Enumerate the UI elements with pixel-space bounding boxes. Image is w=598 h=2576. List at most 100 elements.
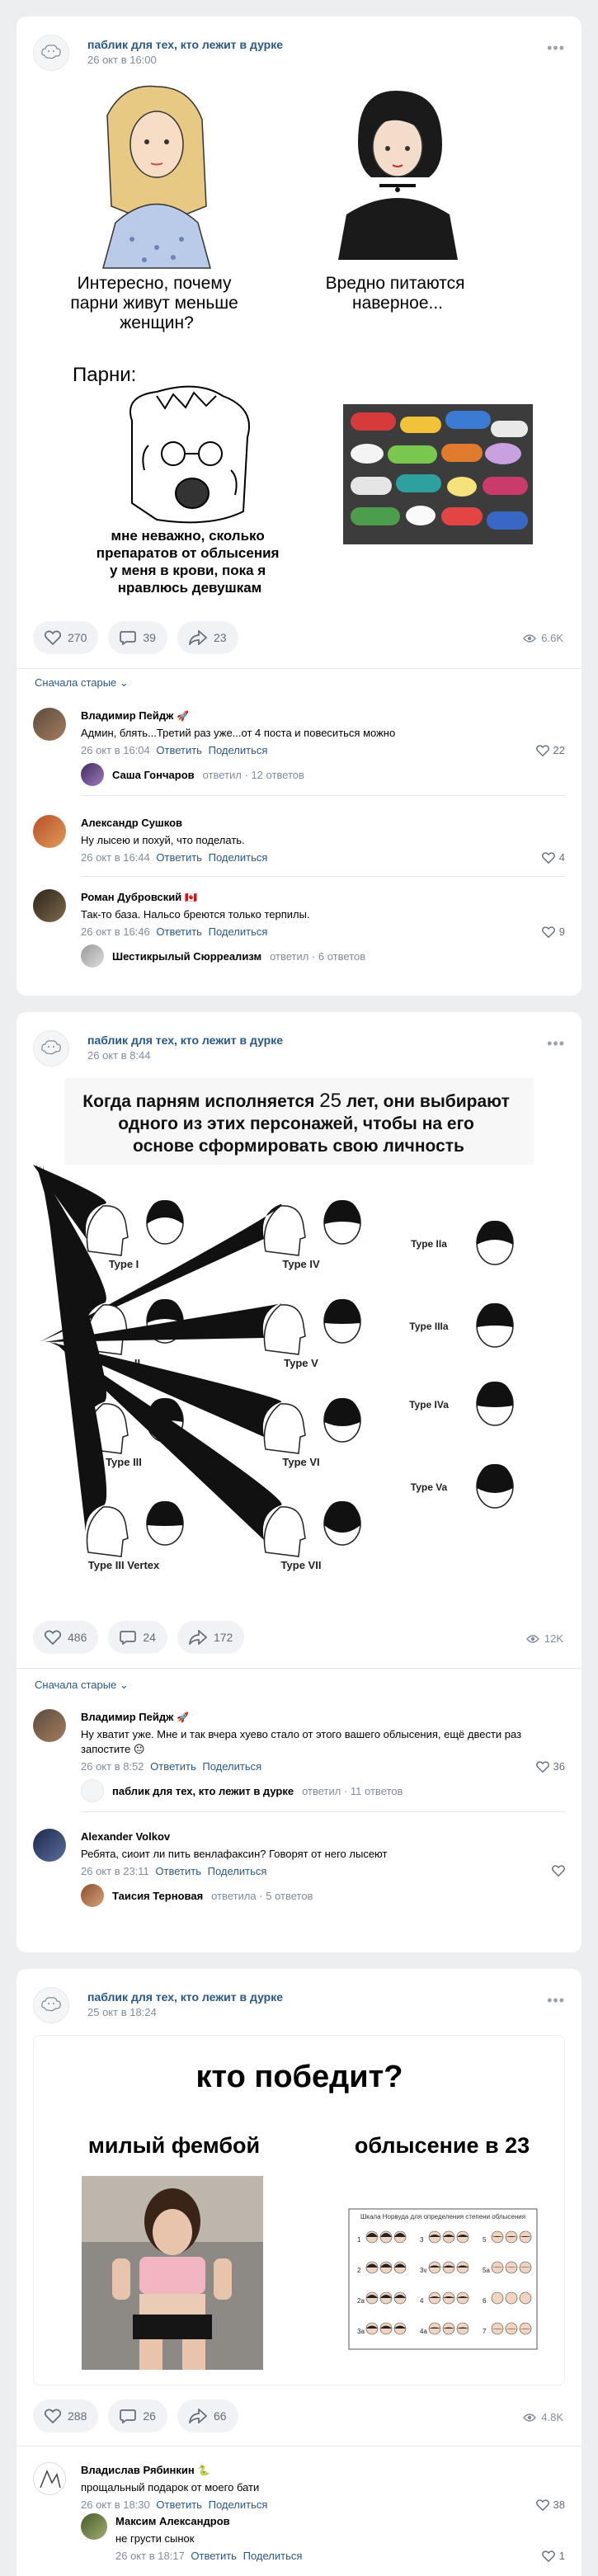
meme-text-1: Интересно, почему [78,274,232,293]
reply-link[interactable]: Ответить [150,1760,196,1773]
avatar [81,944,104,968]
avatar[interactable] [33,815,66,848]
share-button[interactable]: 66 [177,2399,238,2432]
comment-like-button[interactable] [552,1865,565,1877]
share-link[interactable]: Поделиться [209,851,268,864]
like-button[interactable]: 486 [33,1621,99,1654]
comment-like-button[interactable]: 22 [535,744,565,756]
share-icon [188,1630,207,1645]
reply-link[interactable]: Ответить [156,851,202,864]
reply-link[interactable]: Ответить [155,1865,201,1877]
comment-button[interactable]: 24 [108,1621,167,1654]
comment-icon [120,631,137,645]
avatar[interactable] [33,708,66,741]
comment-meta: 26 окт в 23:11 Ответить Поделиться [81,1865,267,1877]
thread-link[interactable]: Шестикрылый Сюрреализм ответил · 6 ответ… [81,944,365,968]
avatar[interactable] [33,1829,66,1862]
post-date[interactable]: 25 окт в 18:24 [87,2006,157,2018]
post-1: паблик для тех, кто лежит в дурке 26 окт… [16,16,582,996]
like-count: 270 [68,631,87,644]
svg-text:Type IIa: Type IIa [411,1238,447,1250]
reply-link[interactable]: Ответить [156,744,202,756]
more-icon[interactable]: ••• [547,1035,565,1053]
svg-text:Type V: Type V [284,1357,318,1369]
share-link[interactable]: Поделиться [202,1760,261,1773]
divider [16,1668,582,1669]
comment-author[interactable]: Владимир Пейдж 🚀 [81,1711,189,1723]
svg-text:4a: 4a [420,2328,427,2335]
heart-icon [541,851,555,864]
svg-text:Type VI: Type VI [282,1456,319,1468]
svg-text:Type Va: Type Va [411,1481,448,1493]
svg-text:Type VII: Type VII [281,1559,322,1571]
group-name[interactable]: паблик для тех, кто лежит в дурке [87,1990,283,2004]
norwood-scale: Шкала Норвуда для определения степени об… [348,2208,538,2350]
like-button[interactable]: 288 [33,2399,99,2432]
avatar[interactable] [81,2513,107,2540]
reply-link[interactable]: Ответить [156,925,202,938]
post-date[interactable]: 26 окт в 8:44 [87,1049,151,1062]
reply-link[interactable]: Ответить [191,2550,237,2562]
avatar[interactable] [33,889,66,922]
comment-like-button[interactable]: 4 [541,851,565,864]
comment-like-button[interactable]: 9 [541,925,565,938]
share-link[interactable]: Поделиться [208,1865,267,1877]
group-avatar[interactable] [33,35,69,71]
svg-text:Type III Vertex: Type III Vertex [88,1559,160,1571]
avatar[interactable] [33,1709,66,1742]
comment-button[interactable]: 26 [108,2399,167,2432]
reply-link[interactable]: Ответить [156,2498,202,2511]
svg-text:Type IVa: Type IVa [409,1399,449,1410]
comment-author[interactable]: Александр Сушков [81,817,182,829]
post-actions: 288 26 66 [33,2399,238,2436]
group-name[interactable]: паблик для тех, кто лежит в дурке [87,38,283,51]
sort-dropdown[interactable]: Сначала старые ⌄ [35,1679,129,1692]
heart-icon [535,744,549,756]
heart-icon [535,1760,549,1773]
comment-like-button[interactable]: 38 [535,2498,565,2511]
post-actions: 270 39 23 [33,621,238,657]
post-image[interactable]: Когда парням исполняется 25 лет, они выб… [33,1078,565,1608]
comment-author[interactable]: Роман Дубровский 🇨🇦 [81,891,197,903]
heart-icon [541,2550,555,2562]
comment-text: Ну хватит уже. Мне и так вчера хуево ста… [81,1728,522,1755]
more-icon[interactable]: ••• [547,1992,565,2009]
svg-text:Type IIIa: Type IIIa [409,1321,448,1332]
share-link[interactable]: Поделиться [209,925,268,938]
post-date[interactable]: 26 окт в 16:00 [87,54,157,66]
avatar [81,763,104,786]
share-link[interactable]: Поделиться [243,2550,303,2562]
heart-icon [552,1865,565,1877]
heart-icon [535,2498,549,2511]
thread-link[interactable]: Таисия Терновая ответила · 5 ответов [81,1883,313,1908]
blonde-girl-illustration [102,85,211,269]
comment-author[interactable]: Владимир Пейдж 🚀 [81,709,189,722]
group-avatar[interactable] [33,1987,69,2023]
like-count: 486 [68,1631,87,1644]
comment-like-button[interactable]: 36 [535,1760,565,1773]
thread-link[interactable]: паблик для тех, кто лежит в дурке ответи… [81,1778,403,1803]
views: 12K [525,1632,563,1645]
comment-meta: 26 окт в 18:30 Ответить Поделиться [81,2498,268,2511]
share-button[interactable]: 23 [177,621,238,654]
svg-text:Парни:: Парни: [73,364,136,386]
post-image[interactable]: Интересно, почему парни живут меньше жен… [33,82,565,606]
post-actions: 486 24 172 [33,1621,245,1657]
comment-author[interactable]: Владислав Рябинкин 🐍 [81,2464,210,2476]
post-image[interactable]: кто победит? милый фембой облысение в 23… [33,2035,565,2385]
comment-author[interactable]: Максим Александров [115,2515,230,2527]
comment-like-button[interactable]: 1 [541,2550,565,2562]
share-link[interactable]: Поделиться [209,744,268,756]
sort-dropdown[interactable]: Сначала старые ⌄ [35,676,129,690]
share-link[interactable]: Поделиться [209,2498,268,2511]
more-icon[interactable]: ••• [547,40,565,57]
share-button[interactable]: 172 [177,1621,245,1654]
like-button[interactable]: 270 [33,621,99,654]
group-avatar[interactable] [33,1030,69,1067]
comment-meta: 26 окт в 18:17 Ответить Поделиться [115,2550,303,2562]
group-name[interactable]: паблик для тех, кто лежит в дурке [87,1034,283,1047]
thread-link[interactable]: Саша Гончаров ответил · 12 ответов [81,762,304,787]
avatar[interactable] [33,2462,66,2495]
comment-author[interactable]: Alexander Volkov [81,1830,170,1843]
comment-button[interactable]: 39 [108,621,167,654]
